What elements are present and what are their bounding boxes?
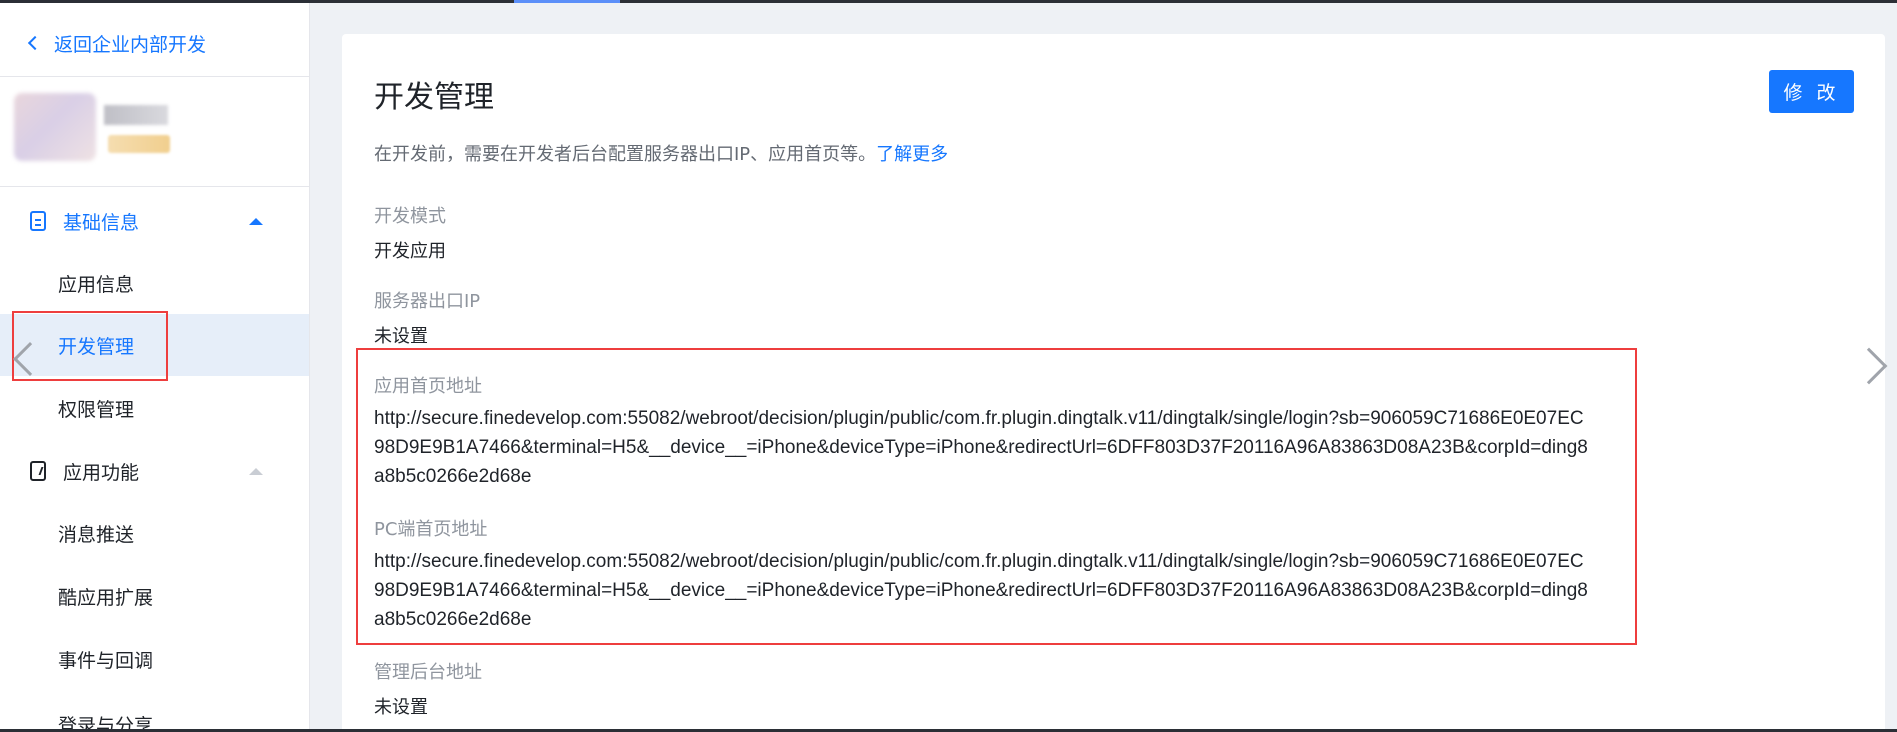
sidebar-item-events-callbacks[interactable]: 事件与回调 (0, 628, 309, 690)
sidebar: 返回企业内部开发 基础信息 应用信息 开发管理 权限管理 应用功能 消息推送 酷… (0, 3, 310, 729)
app-avatar-blurred (12, 89, 172, 165)
field-label-admin-url: 管理后台地址 (374, 662, 482, 683)
sidebar-item-label: 登录与分享 (58, 714, 154, 730)
field-value-server-ip: 未设置 (374, 326, 428, 347)
active-tab-indicator (514, 0, 620, 3)
field-value-pc-homepage: http://secure.finedevelop.com:55082/webr… (374, 551, 1588, 630)
field-label-server-ip: 服务器出口IP (374, 291, 481, 312)
back-link[interactable]: 返回企业内部开发 (27, 28, 207, 58)
edit-button[interactable]: 修 改 (1769, 70, 1854, 113)
nav-group-label: 应用功能 (63, 461, 140, 484)
app-badge-blurred (108, 135, 170, 153)
document-icon (30, 211, 46, 231)
intro-text: 在开发前，需要在开发者后台配置服务器出口IP、应用首页等。了解更多 (374, 140, 948, 166)
divider (0, 76, 309, 77)
sidebar-item-label: 酷应用扩展 (58, 586, 154, 609)
field-value-app-homepage: http://secure.finedevelop.com:55082/webr… (374, 408, 1588, 487)
sidebar-item-label: 开发管理 (58, 335, 135, 358)
caret-up-icon (249, 217, 263, 225)
app-name-blurred (104, 105, 168, 125)
back-link-label: 返回企业内部开发 (54, 33, 207, 56)
sidebar-item-login-share[interactable]: 登录与分享 (0, 693, 309, 730)
chevron-left-icon (27, 35, 43, 51)
nav-group-label: 基础信息 (63, 211, 140, 234)
sidebar-item-app-info[interactable]: 应用信息 (0, 252, 309, 314)
page-title: 开发管理 (374, 80, 494, 115)
sidebar-item-label: 权限管理 (58, 398, 135, 421)
learn-more-link[interactable]: 了解更多 (876, 144, 948, 165)
nav-group-app-features[interactable]: 应用功能 (0, 446, 309, 496)
nav-group-basic-info[interactable]: 基础信息 (0, 196, 309, 246)
field-label-dev-mode: 开发模式 (374, 206, 446, 227)
field-label-app-homepage: 应用首页地址 (374, 376, 482, 397)
phone-icon (30, 461, 46, 481)
sidebar-item-message-push[interactable]: 消息推送 (0, 502, 309, 564)
dev-management-card: 开发管理 修 改 在开发前，需要在开发者后台配置服务器出口IP、应用首页等。了解… (342, 34, 1885, 732)
intro-description: 在开发前，需要在开发者后台配置服务器出口IP、应用首页等。 (374, 144, 877, 165)
divider (0, 186, 309, 187)
sidebar-item-cool-app-extension[interactable]: 酷应用扩展 (0, 565, 309, 627)
sidebar-item-label: 事件与回调 (58, 649, 154, 672)
field-value-admin-url: 未设置 (374, 697, 428, 718)
sidebar-item-dev-management[interactable]: 开发管理 (0, 314, 309, 376)
app-logo (14, 93, 96, 161)
sidebar-item-permissions[interactable]: 权限管理 (0, 377, 309, 439)
sidebar-item-label: 消息推送 (58, 523, 135, 546)
field-value-dev-mode: 开发应用 (374, 241, 446, 262)
sidebar-item-label: 应用信息 (58, 273, 135, 296)
field-label-pc-homepage: PC端首页地址 (374, 519, 488, 540)
caret-up-icon (249, 467, 263, 475)
